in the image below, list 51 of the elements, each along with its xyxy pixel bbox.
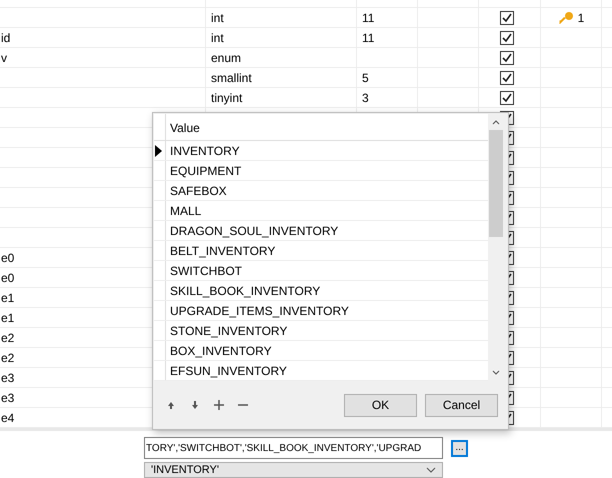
field-name: e3: [1, 370, 14, 384]
browse-button[interactable]: ...: [451, 440, 468, 456]
enum-value[interactable]: STONE_INVENTORY: [166, 324, 288, 338]
key-position: 1: [578, 10, 584, 24]
type-cell: smallint: [211, 70, 252, 84]
field-name: e3: [1, 390, 14, 404]
not-null-checkbox[interactable]: [500, 10, 514, 24]
field-name: id: [1, 30, 10, 44]
field-name: e2: [1, 350, 14, 364]
length-cell: 11: [362, 30, 374, 44]
length-cell: 5: [362, 70, 369, 84]
enum-value[interactable]: EFSUN_INVENTORY: [166, 364, 287, 378]
row-indicator[interactable]: [154, 141, 166, 160]
enum-value[interactable]: DRAGON_SOUL_INVENTORY: [166, 224, 338, 238]
ok-button[interactable]: OK: [344, 394, 417, 416]
enum-value[interactable]: SWITCHBOT: [166, 264, 242, 278]
not-null-checkbox[interactable]: [500, 90, 514, 104]
row-pointer-icon: [154, 144, 162, 156]
key-icon: [558, 10, 574, 24]
not-null-checkbox[interactable]: [500, 30, 514, 44]
enum-value[interactable]: MALL: [166, 204, 202, 218]
field-name: e0: [1, 250, 14, 264]
field-name: e1: [1, 310, 14, 324]
not-null-checkbox[interactable]: [500, 70, 514, 84]
length-cell: 11: [362, 10, 374, 24]
default-select[interactable]: 'INVENTORY': [144, 462, 443, 478]
enum-value[interactable]: BELT_INVENTORY: [166, 244, 276, 258]
field-name: e1: [1, 290, 14, 304]
field-name: e4: [1, 410, 14, 424]
type-cell: tinyint: [211, 90, 242, 104]
enum-value[interactable]: EQUIPMENT: [166, 164, 242, 178]
field-name: v: [1, 50, 7, 64]
type-cell: int: [211, 10, 224, 24]
chevron-down-icon: [426, 467, 436, 473]
values-field[interactable]: TORY','SWITCHBOT','SKILL_BOOK_INVENTORY','UPGRAD: [144, 437, 443, 459]
field-name: e0: [1, 270, 14, 284]
enum-value[interactable]: SKILL_BOOK_INVENTORY: [166, 284, 320, 298]
add-icon[interactable]: [214, 400, 224, 410]
enum-value[interactable]: UPGRADE_ITEMS_INVENTORY: [166, 304, 349, 318]
enum-value[interactable]: INVENTORY: [166, 144, 240, 158]
enum-value[interactable]: SAFEBOX: [166, 184, 227, 198]
arrow-down-icon[interactable]: [190, 400, 200, 410]
field-name: e2: [1, 330, 14, 344]
enum-value[interactable]: BOX_INVENTORY: [166, 344, 272, 358]
arrow-up-icon[interactable]: [166, 400, 176, 410]
not-null-checkbox[interactable]: [500, 50, 514, 64]
type-cell: int: [211, 30, 224, 44]
column-header: Value: [169, 121, 200, 137]
cancel-button[interactable]: Cancel: [425, 394, 498, 416]
length-cell: 3: [362, 90, 369, 104]
type-cell: enum: [211, 50, 242, 64]
